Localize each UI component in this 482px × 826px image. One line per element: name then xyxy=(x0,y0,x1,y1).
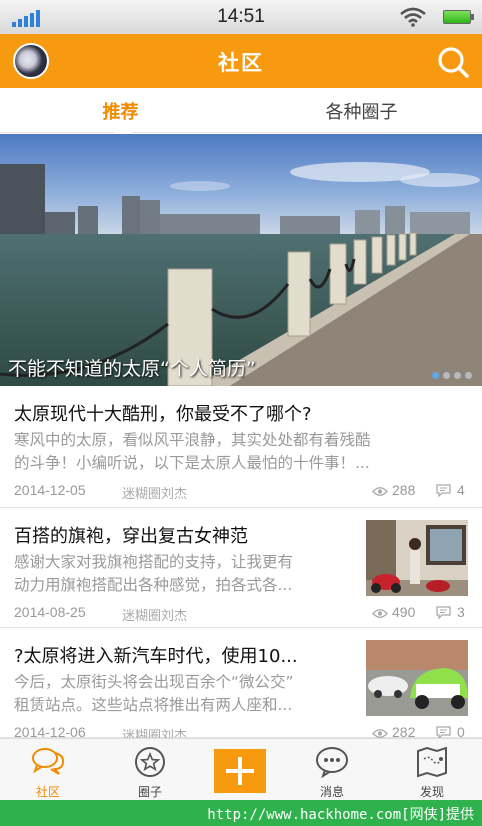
comment-count-value: 4 xyxy=(457,482,465,498)
article-summary: 今后，太原街头将会出现百余个“微公交” 租赁站点。这些站点将推出有两人座和... xyxy=(14,671,359,717)
nav-messages[interactable]: 消息 xyxy=(284,739,380,801)
nav-discover[interactable]: 发现 xyxy=(384,739,480,801)
search-icon[interactable] xyxy=(436,45,470,79)
article-summary-line: 感谢大家对我旗袍搭配的支持，让我更有 xyxy=(14,553,294,571)
view-count: 288 xyxy=(372,482,415,498)
star-circle-icon xyxy=(135,747,165,777)
nav-circles[interactable]: 圈子 xyxy=(102,739,198,801)
carousel-dot xyxy=(443,372,450,379)
page-title: 社区 xyxy=(218,51,264,75)
wifi-icon xyxy=(400,7,426,27)
article-summary-line: 寒风中的太原，看似风平浪静，其实处处都有着残酷 xyxy=(14,431,371,449)
article-summary-line: 动力用旗袍搭配出各种感觉，拍各式各... xyxy=(14,576,293,594)
comment-icon xyxy=(436,606,451,619)
article-summary-line: 今后，太原街头将会出现百余个“微公交” xyxy=(14,673,294,691)
article-title: 百搭的旗袍，穿出复古女神范 xyxy=(14,526,248,547)
comment-icon xyxy=(436,484,451,497)
article-summary: 寒风中的太原，看似风平浪静，其实处处都有着残酷 的斗争！小编听说，以下是太原人最… xyxy=(14,429,470,475)
comment-count-value: 3 xyxy=(457,604,465,620)
article-summary-line: 的斗争！小编听说，以下是太原人最怕的十件事！... xyxy=(14,454,370,472)
status-bar: 14:51 xyxy=(0,0,482,34)
article-date: 2014-12-05 xyxy=(14,482,86,498)
carousel-dot xyxy=(465,372,472,379)
article-author: 迷糊圈刘杰 xyxy=(122,609,188,624)
bottom-nav: 社区 圈子 消息 发现 xyxy=(0,738,482,800)
post-plus-button[interactable] xyxy=(214,749,266,793)
tab-circles[interactable]: 各种圈子 xyxy=(241,98,482,124)
article-title: 太原现代十大酷刑，你最受不了哪个? xyxy=(14,404,312,425)
carousel-dot xyxy=(432,372,439,379)
carousel-dot xyxy=(454,372,461,379)
article-author: 迷糊圈刘杰 xyxy=(122,487,188,502)
article-title: ?太原将进入新汽车时代，使用10... xyxy=(14,646,298,667)
watermark-bar: http://www.hackhome.com[网侠]提供 xyxy=(0,800,482,826)
nav-label: 发现 xyxy=(419,785,444,799)
view-count-value: 288 xyxy=(392,482,416,498)
article-item[interactable]: 太原现代十大酷刑，你最受不了哪个? 寒风中的太原，看似风平浪静，其实处处都有着残… xyxy=(0,386,482,508)
article-thumbnail xyxy=(366,640,468,716)
battery-icon xyxy=(443,10,474,24)
article-item[interactable]: ?太原将进入新汽车时代，使用10... 今后，太原街头将会出现百余个“微公交” … xyxy=(0,628,482,744)
comment-count: 3 xyxy=(436,604,465,620)
message-dots-icon xyxy=(316,747,348,778)
tab-bar: 推荐 各种圈子 xyxy=(0,88,482,133)
eye-icon xyxy=(372,609,388,618)
article-date: 2014-08-25 xyxy=(14,604,86,620)
banner-carousel[interactable]: 不能不知道的太原“个人简历” xyxy=(0,134,482,386)
nav-label: 社区 xyxy=(35,785,60,799)
map-icon xyxy=(417,746,447,778)
article-summary: 感谢大家对我旗袍搭配的支持，让我更有 动力用旗袍搭配出各种感觉，拍各式各... xyxy=(14,551,359,597)
comment-count: 4 xyxy=(436,482,465,498)
tab-active-indicator xyxy=(114,123,132,133)
article-item[interactable]: 百搭的旗袍，穿出复古女神范 感谢大家对我旗袍搭配的支持，让我更有 动力用旗袍搭配… xyxy=(0,508,482,628)
nav-label: 消息 xyxy=(319,785,344,799)
watermark-text: http://www.hackhome.com[网侠]提供 xyxy=(207,807,474,823)
tab-recommended[interactable]: 推荐 xyxy=(0,98,241,124)
nav-label: 圈子 xyxy=(137,785,162,799)
app-header: 社区 xyxy=(0,34,482,88)
chat-bubbles-icon xyxy=(32,748,65,775)
view-count: 490 xyxy=(372,604,415,620)
banner-image xyxy=(0,134,482,386)
eye-icon xyxy=(372,487,388,496)
article-thumbnail xyxy=(366,520,468,596)
article-summary-line: 租赁站点。这些站点将推出有两人座和... xyxy=(14,696,293,714)
banner-caption: 不能不知道的太原“个人简历” xyxy=(8,358,256,380)
carousel-indicator xyxy=(428,364,472,383)
view-count-value: 490 xyxy=(392,604,416,620)
nav-community[interactable]: 社区 xyxy=(0,739,96,801)
